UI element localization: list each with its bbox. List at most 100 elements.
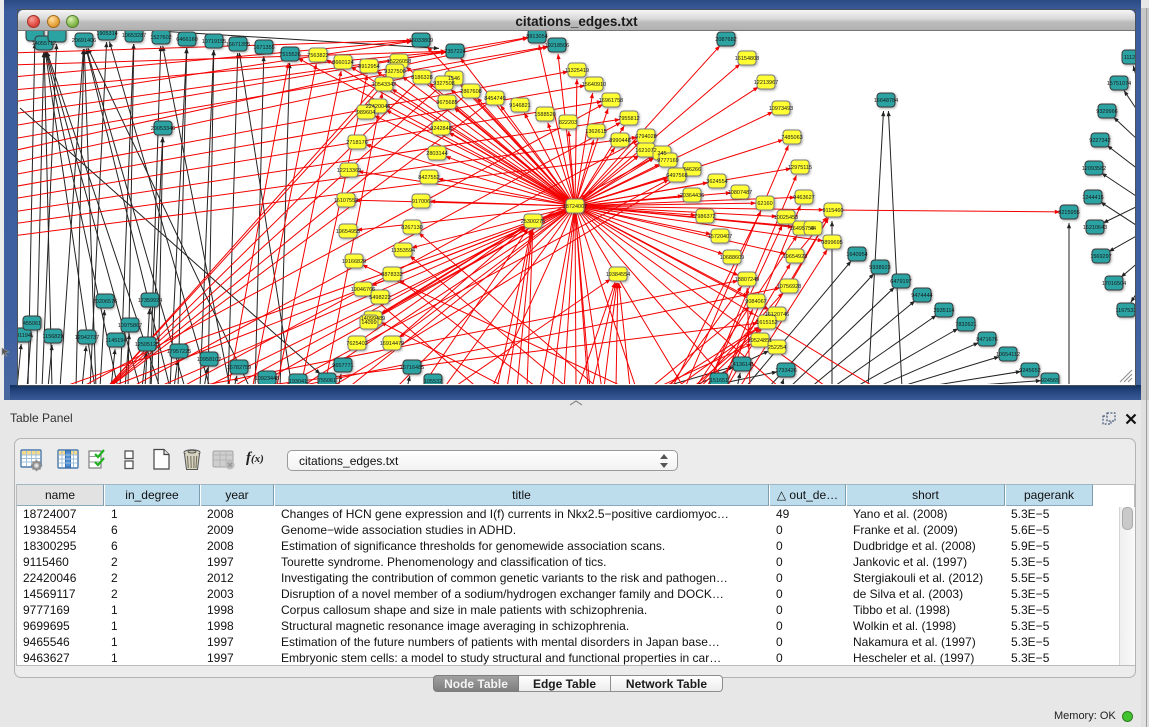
svg-text:14055712: 14055712 — [32, 41, 56, 47]
svg-text:10807487: 10807487 — [728, 190, 752, 196]
svg-text:3675685: 3675685 — [436, 100, 457, 106]
svg-text:8215955: 8215955 — [1058, 210, 1079, 216]
svg-text:44: 44 — [810, 226, 816, 232]
svg-text:1569297: 1569297 — [1090, 254, 1111, 260]
svg-text:3624554: 3624554 — [706, 179, 727, 185]
svg-text:1527602: 1527602 — [150, 35, 171, 41]
svg-text:1621072: 1621072 — [635, 148, 656, 154]
svg-text:19166829: 19166829 — [342, 259, 366, 265]
svg-text:8454749: 8454749 — [484, 96, 505, 102]
svg-text:1640954: 1640954 — [846, 252, 867, 258]
svg-text:755061: 755061 — [318, 378, 336, 384]
svg-text:9657771: 9657771 — [332, 363, 353, 369]
svg-text:1156829: 1156829 — [42, 334, 63, 340]
svg-text:16648784: 16648784 — [874, 98, 898, 104]
svg-text:7485063: 7485063 — [781, 135, 802, 141]
svg-text:7832621: 7832621 — [955, 322, 976, 328]
svg-text:12975115: 12975115 — [788, 165, 812, 171]
svg-text:5498222: 5498222 — [369, 295, 390, 301]
svg-text:8990448: 8990448 — [609, 138, 630, 144]
svg-text:8660124: 8660124 — [332, 60, 353, 66]
svg-text:11123: 11123 — [1124, 55, 1135, 61]
svg-text:1588520: 1588520 — [534, 112, 555, 118]
svg-text:2718176: 2718176 — [346, 140, 367, 146]
svg-text:2803144: 2803144 — [426, 151, 447, 157]
svg-text:14136141: 14136141 — [730, 362, 754, 368]
svg-text:252254: 252254 — [768, 345, 786, 351]
svg-text:10543342: 10543342 — [372, 82, 396, 88]
svg-text:15716485: 15716485 — [400, 365, 424, 371]
svg-text:391194: 391194 — [18, 333, 31, 339]
svg-text:8471676: 8471676 — [976, 337, 997, 343]
svg-text:1671355: 1671355 — [253, 45, 274, 51]
svg-text:16671355: 16671355 — [226, 42, 250, 48]
svg-text:2935114: 2935114 — [933, 308, 954, 314]
svg-text:989604: 989604 — [357, 110, 375, 116]
svg-text:14099: 14099 — [361, 320, 376, 326]
svg-text:8427552: 8427552 — [418, 175, 439, 181]
svg-text:19524851: 19524851 — [748, 338, 772, 344]
svg-text:8813054: 8813054 — [526, 34, 547, 40]
svg-text:6479197: 6479197 — [890, 279, 911, 285]
svg-text:10688609: 10688609 — [720, 255, 744, 261]
svg-text:7625402: 7625402 — [346, 341, 367, 347]
svg-text:15226058: 15226058 — [387, 59, 411, 65]
svg-text:25300275: 25300275 — [521, 219, 545, 225]
svg-text:10653287: 10653287 — [122, 33, 146, 39]
svg-text:10958107: 10958107 — [197, 357, 221, 363]
svg-text:8912954: 8912954 — [358, 64, 379, 70]
svg-text:10719155: 10719155 — [202, 39, 226, 45]
svg-text:245: 245 — [657, 151, 666, 157]
svg-text:5938923: 5938923 — [869, 265, 890, 271]
svg-text:17957225: 17957225 — [167, 349, 191, 355]
svg-text:151651: 151651 — [710, 378, 728, 384]
svg-text:16914479: 16914479 — [380, 341, 404, 347]
svg-text:7563822: 7563822 — [307, 53, 328, 59]
svg-text:193041: 193041 — [289, 379, 307, 384]
svg-text:19654923: 19654923 — [783, 254, 807, 260]
svg-text:17359924: 17359924 — [138, 298, 162, 304]
svg-text:2087682: 2087682 — [715, 37, 736, 43]
svg-text:1145194: 1145194 — [105, 338, 126, 344]
svg-text:7986372: 7986372 — [694, 214, 715, 220]
svg-text:20206576: 20206576 — [93, 299, 117, 305]
svg-text:1733426: 1733426 — [775, 368, 796, 374]
svg-text:62160: 62160 — [757, 201, 772, 207]
svg-text:9146821: 9146821 — [509, 103, 530, 109]
svg-text:6794028: 6794028 — [635, 134, 656, 140]
svg-text:12093582: 12093582 — [1082, 166, 1106, 172]
svg-text:16107553: 16107553 — [334, 198, 358, 204]
svg-text:1905314: 1905314 — [96, 31, 117, 37]
svg-text:6497568: 6497568 — [666, 173, 687, 179]
svg-text:9084067: 9084067 — [745, 299, 766, 305]
svg-text:1167533: 1167533 — [1115, 308, 1135, 314]
svg-text:19654955: 19654955 — [336, 229, 360, 235]
svg-text:822203: 822203 — [559, 120, 577, 126]
svg-text:20691406: 20691406 — [72, 38, 96, 44]
svg-text:9327500: 9327500 — [384, 69, 405, 75]
svg-text:15751074: 15751074 — [1107, 81, 1131, 87]
svg-text:16154808: 16154808 — [735, 56, 759, 62]
svg-text:1244415: 1244415 — [1082, 195, 1103, 201]
svg-text:17016504: 17016504 — [1102, 281, 1126, 287]
svg-text:2867608: 2867608 — [460, 89, 481, 95]
svg-text:9115460: 9115460 — [822, 208, 843, 214]
svg-text:7515526: 7515526 — [279, 52, 300, 58]
svg-text:11325419: 11325419 — [565, 68, 589, 74]
svg-text:10973493: 10973493 — [769, 106, 793, 112]
svg-text:16961758: 16961758 — [599, 98, 623, 104]
svg-text:15640910: 15640910 — [582, 82, 606, 88]
svg-text:18724007: 18724007 — [563, 204, 587, 210]
svg-text:20364436: 20364436 — [680, 193, 704, 199]
svg-text:8267130: 8267130 — [401, 225, 422, 231]
svg-text:10923448: 10923448 — [255, 376, 279, 382]
svg-text:9474444: 9474444 — [911, 293, 932, 299]
svg-text:18807249: 18807249 — [735, 277, 759, 283]
svg-text:19046766: 19046766 — [351, 287, 375, 293]
svg-text:10975867: 10975867 — [118, 323, 142, 329]
svg-text:7357224: 7357224 — [444, 49, 465, 55]
svg-text:917006: 917006 — [412, 199, 430, 205]
svg-text:12213369: 12213369 — [337, 168, 361, 174]
svg-text:16210643: 16210643 — [1083, 225, 1107, 231]
svg-text:9327508: 9327508 — [433, 81, 454, 87]
